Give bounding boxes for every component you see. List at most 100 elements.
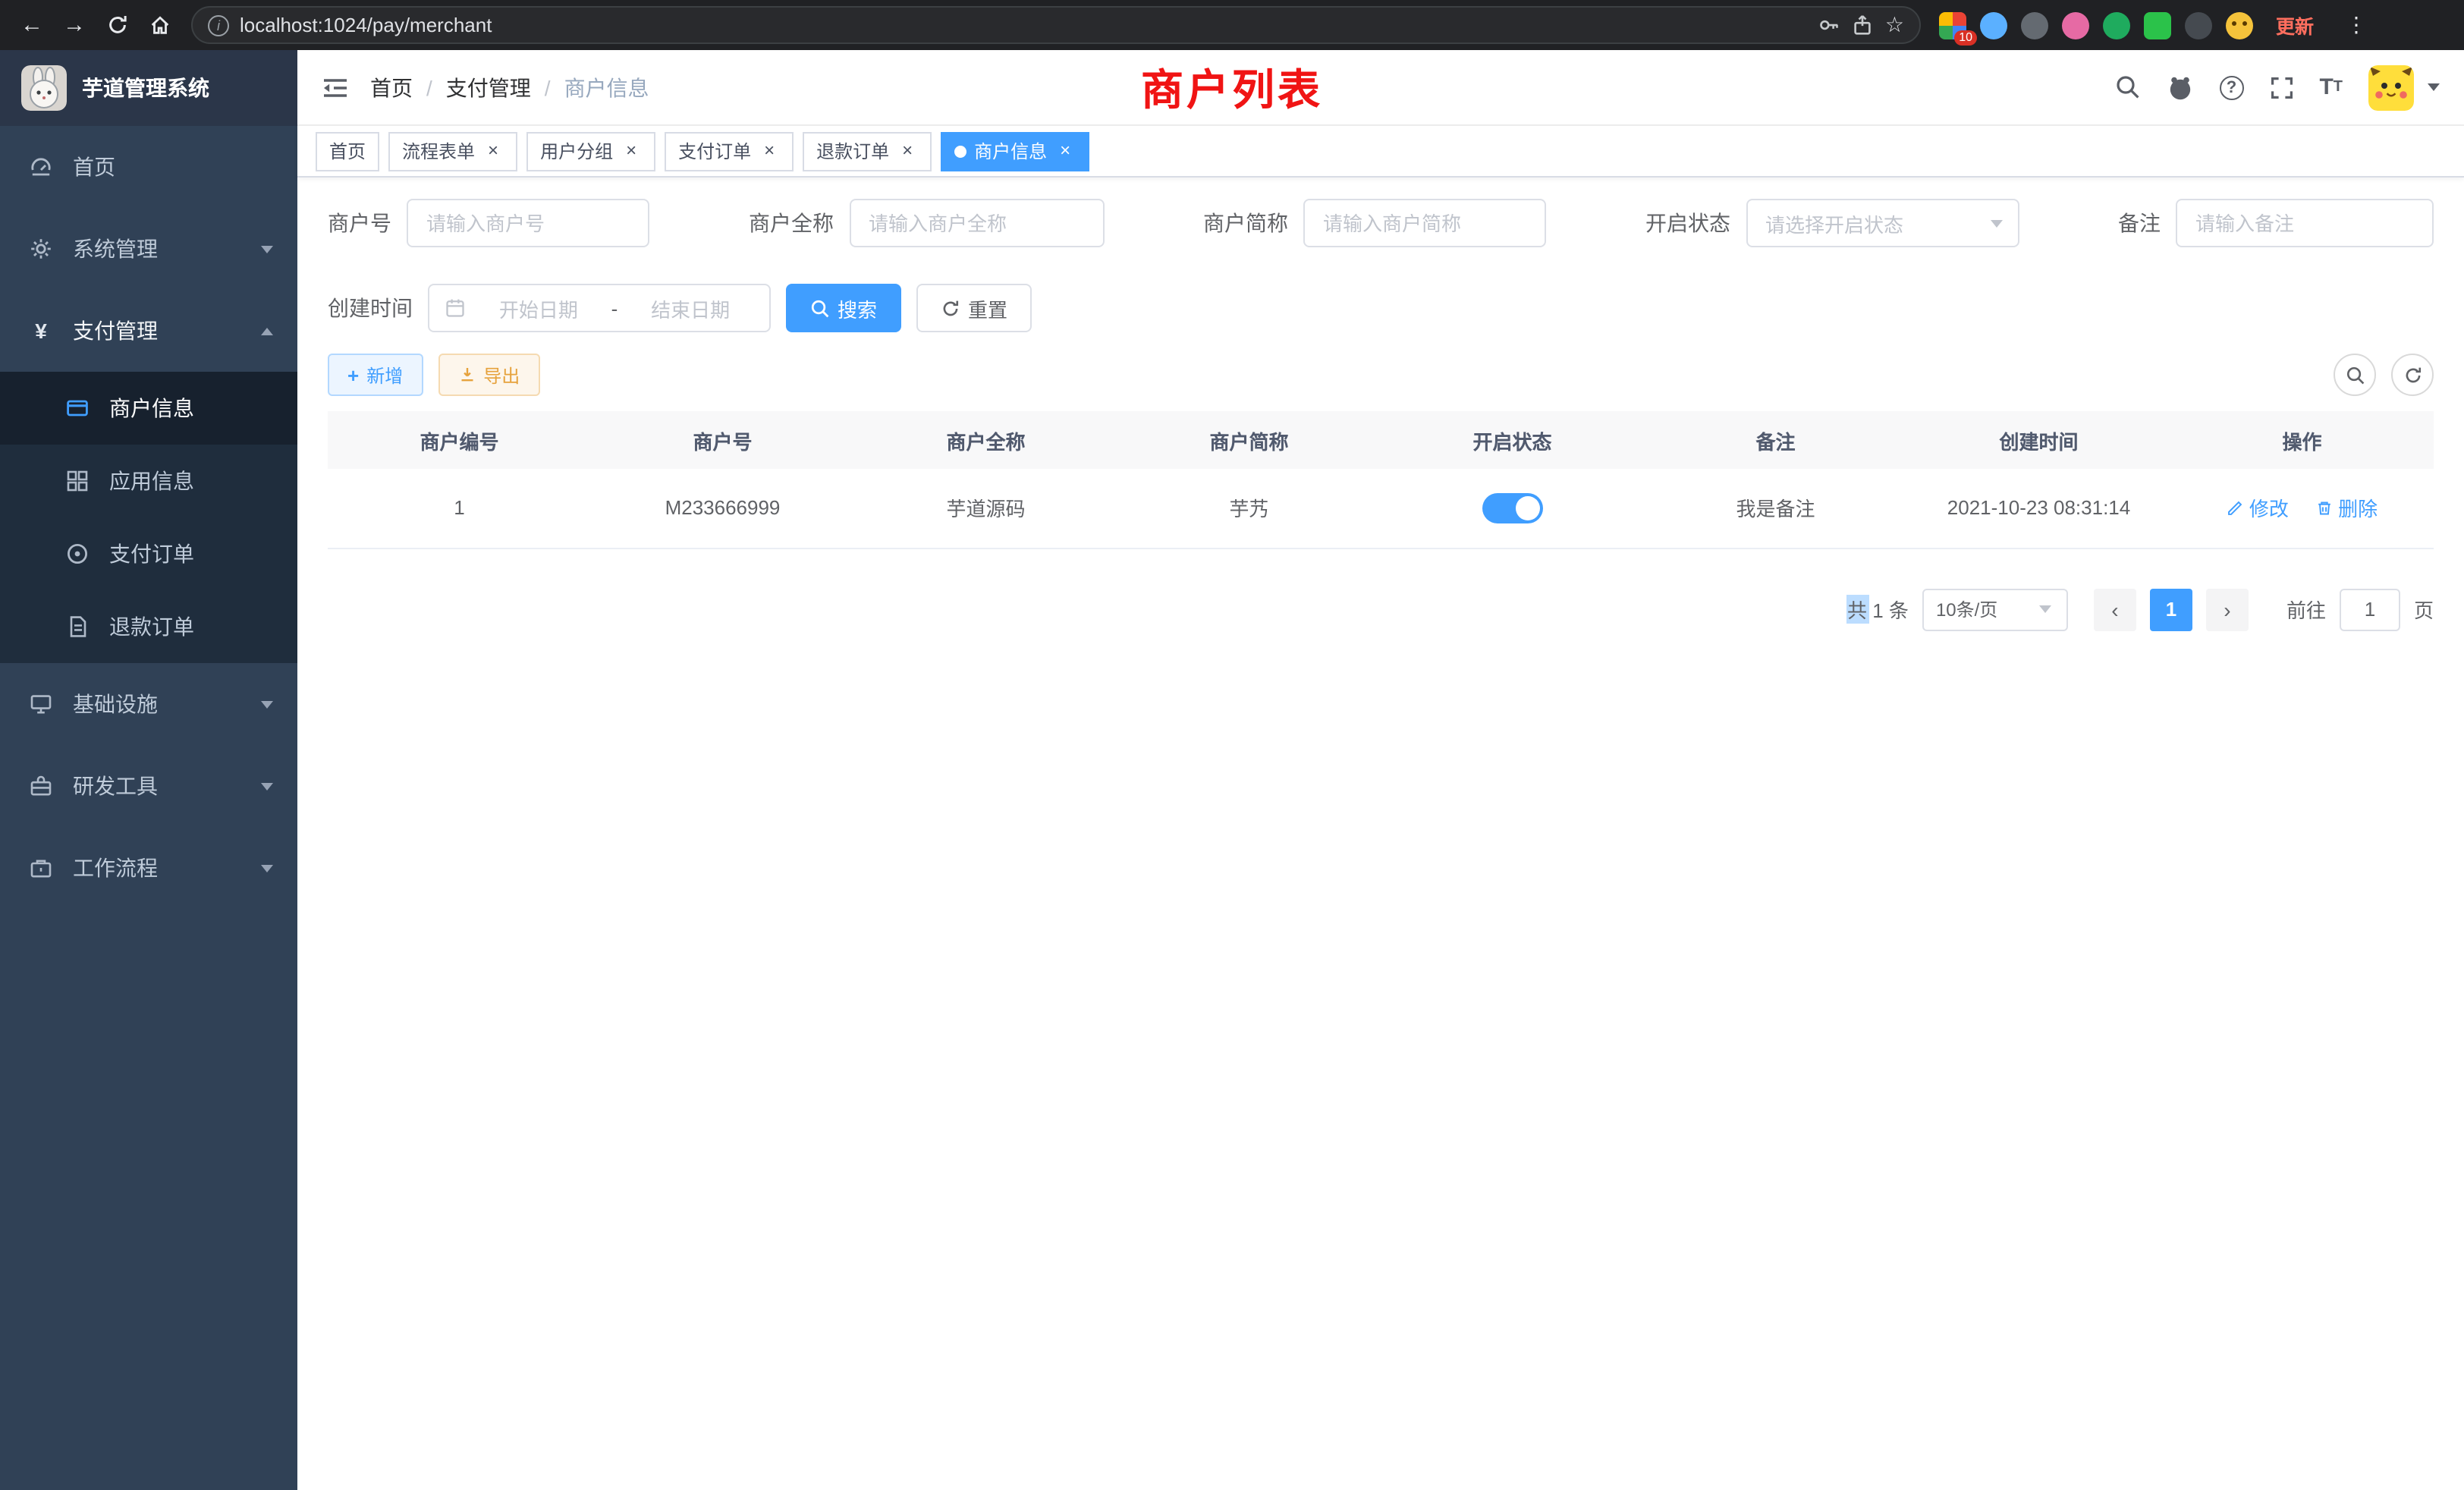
sidebar-item-dev-tools[interactable]: 研发工具 <box>0 745 297 827</box>
extension-icon[interactable] <box>2103 11 2130 39</box>
breadcrumb-payment[interactable]: 支付管理 <box>446 72 531 102</box>
export-button[interactable]: 导出 <box>438 354 539 396</box>
merchant-no-label: 商户号 <box>328 208 391 238</box>
breadcrumb: 首页 / 支付管理 / 商户信息 <box>370 72 649 102</box>
url-text: localhost:1024/pay/merchant <box>240 14 492 36</box>
sidebar-item-home[interactable]: 首页 <box>0 126 297 208</box>
tab-refund-order[interactable]: 退款订单 × <box>803 131 932 171</box>
close-icon[interactable]: × <box>897 140 918 162</box>
breadcrumb-home[interactable]: 首页 <box>370 72 413 102</box>
delete-link-label: 删除 <box>2338 494 2378 523</box>
password-key-icon[interactable] <box>1818 14 1841 36</box>
sidebar-item-infrastructure[interactable]: 基础设施 <box>0 663 297 745</box>
page-size-select[interactable]: 10条/页 <box>1922 588 2068 630</box>
caret-down-icon[interactable] <box>2428 83 2440 91</box>
share-icon[interactable] <box>1852 14 1875 36</box>
short-name-input[interactable] <box>1303 199 1546 247</box>
reset-button-label: 重置 <box>968 294 1007 322</box>
toggle-search-button[interactable] <box>2334 354 2376 396</box>
end-date-placeholder: 结束日期 <box>627 294 754 322</box>
export-button-label: 导出 <box>483 362 520 388</box>
address-bar[interactable]: i localhost:1024/pay/merchant ☆ <box>191 6 1921 44</box>
sidebar-item-refund-order[interactable]: 退款订单 <box>0 590 297 663</box>
column-header: 商户号 <box>591 411 854 469</box>
browser-menu-icon[interactable]: ⋮ <box>2337 5 2376 45</box>
delete-link[interactable]: 删除 <box>2315 494 2378 523</box>
column-header: 商户简称 <box>1117 411 1381 469</box>
browser-back-button[interactable]: ← <box>12 5 52 45</box>
page-size-value: 10条/页 <box>1936 596 1997 622</box>
create-time-range-picker[interactable]: 开始日期 - 结束日期 <box>428 284 771 332</box>
app-logo[interactable]: 芋道管理系统 <box>0 50 297 126</box>
chevron-down-icon <box>261 782 273 790</box>
full-name-input[interactable] <box>849 199 1104 247</box>
table-toolbar: + 新增 导出 <box>328 354 2434 396</box>
help-icon[interactable]: ? <box>2219 75 2243 99</box>
chevron-down-icon <box>2039 605 2051 613</box>
extension-icon[interactable] <box>2226 11 2253 39</box>
browser-update-button[interactable]: 更新 <box>2267 6 2323 44</box>
tab-merchant-info[interactable]: 商户信息 × <box>941 131 1089 171</box>
sidebar-item-merchant-info[interactable]: 商户信息 <box>0 372 297 445</box>
cell-create-time: 2021-10-23 08:31:14 <box>1907 469 2170 548</box>
fullscreen-icon[interactable] <box>2269 75 2293 99</box>
extension-icon[interactable] <box>2021 11 2048 39</box>
edit-link[interactable]: 修改 <box>2227 494 2289 523</box>
filter-row-1: 商户号 商户全称 商户简称 开启状态 请选择开启状态 <box>328 199 2434 247</box>
date-separator: - <box>611 297 618 319</box>
extension-icon[interactable] <box>2185 11 2212 39</box>
add-button[interactable]: + 新增 <box>328 354 423 396</box>
site-info-icon[interactable]: i <box>208 14 229 36</box>
workflow-icon <box>27 856 55 880</box>
cell-status <box>1381 469 1644 548</box>
tab-user-group[interactable]: 用户分组 × <box>526 131 655 171</box>
browser-forward-button[interactable]: → <box>55 5 94 45</box>
merchant-no-input[interactable] <box>407 199 649 247</box>
sidebar-item-pay-order[interactable]: 支付订单 <box>0 517 297 590</box>
sidebar-item-app-info[interactable]: 应用信息 <box>0 445 297 517</box>
status-select[interactable]: 请选择开启状态 <box>1746 199 2019 247</box>
sidebar-item-workflow[interactable]: 工作流程 <box>0 827 297 909</box>
goto-page-input[interactable] <box>2340 588 2400 630</box>
bookmark-star-icon[interactable]: ☆ <box>1885 12 1904 38</box>
font-size-icon[interactable]: TT <box>2319 74 2343 100</box>
close-icon[interactable]: × <box>482 140 504 162</box>
chevron-down-icon <box>261 245 273 253</box>
extension-icon[interactable] <box>1980 11 2007 39</box>
annotation-merchant-list: 商户列表 <box>1141 58 1323 118</box>
next-page-button[interactable]: › <box>2206 588 2249 630</box>
sidebar-item-label: 应用信息 <box>109 466 194 496</box>
search-icon[interactable] <box>2114 74 2140 100</box>
sidebar-toggle-button[interactable] <box>322 75 349 99</box>
close-icon[interactable]: × <box>621 140 642 162</box>
reset-button[interactable]: 重置 <box>916 284 1032 332</box>
status-toggle[interactable] <box>1482 493 1543 523</box>
close-icon[interactable]: × <box>759 140 780 162</box>
extensions-icon[interactable]: 10 <box>1939 11 1966 39</box>
sidebar-item-system[interactable]: 系统管理 <box>0 208 297 290</box>
close-icon[interactable]: × <box>1054 140 1076 162</box>
chevron-down-icon <box>1990 219 2002 227</box>
toolbar-right <box>2334 354 2434 396</box>
refresh-table-button[interactable] <box>2391 354 2434 396</box>
sidebar-item-payment[interactable]: ¥ 支付管理 <box>0 290 297 372</box>
sidebar-item-label: 支付管理 <box>73 316 158 346</box>
pagination-total: 共 1 条 <box>1846 595 1909 624</box>
remark-input[interactable] <box>2176 199 2434 247</box>
prev-page-button[interactable]: ‹ <box>2094 588 2136 630</box>
github-icon[interactable] <box>2166 74 2193 101</box>
browser-home-button[interactable] <box>140 5 179 45</box>
tab-label: 用户分组 <box>540 138 613 164</box>
tab-pay-order[interactable]: 支付订单 × <box>665 131 794 171</box>
tab-home[interactable]: 首页 <box>316 131 379 171</box>
table-header-row: 商户编号 商户号 商户全称 商户简称 开启状态 备注 创建时间 操作 <box>328 411 2434 469</box>
user-avatar[interactable] <box>2368 64 2414 110</box>
page-1-button[interactable]: 1 <box>2150 588 2192 630</box>
tab-process-form[interactable]: 流程表单 × <box>388 131 517 171</box>
sidebar-item-label: 工作流程 <box>73 853 158 883</box>
extension-icon[interactable] <box>2062 11 2089 39</box>
status-label: 开启状态 <box>1645 208 1730 238</box>
browser-reload-button[interactable] <box>97 5 137 45</box>
search-button[interactable]: 搜索 <box>786 284 901 332</box>
extension-icon[interactable] <box>2144 11 2171 39</box>
